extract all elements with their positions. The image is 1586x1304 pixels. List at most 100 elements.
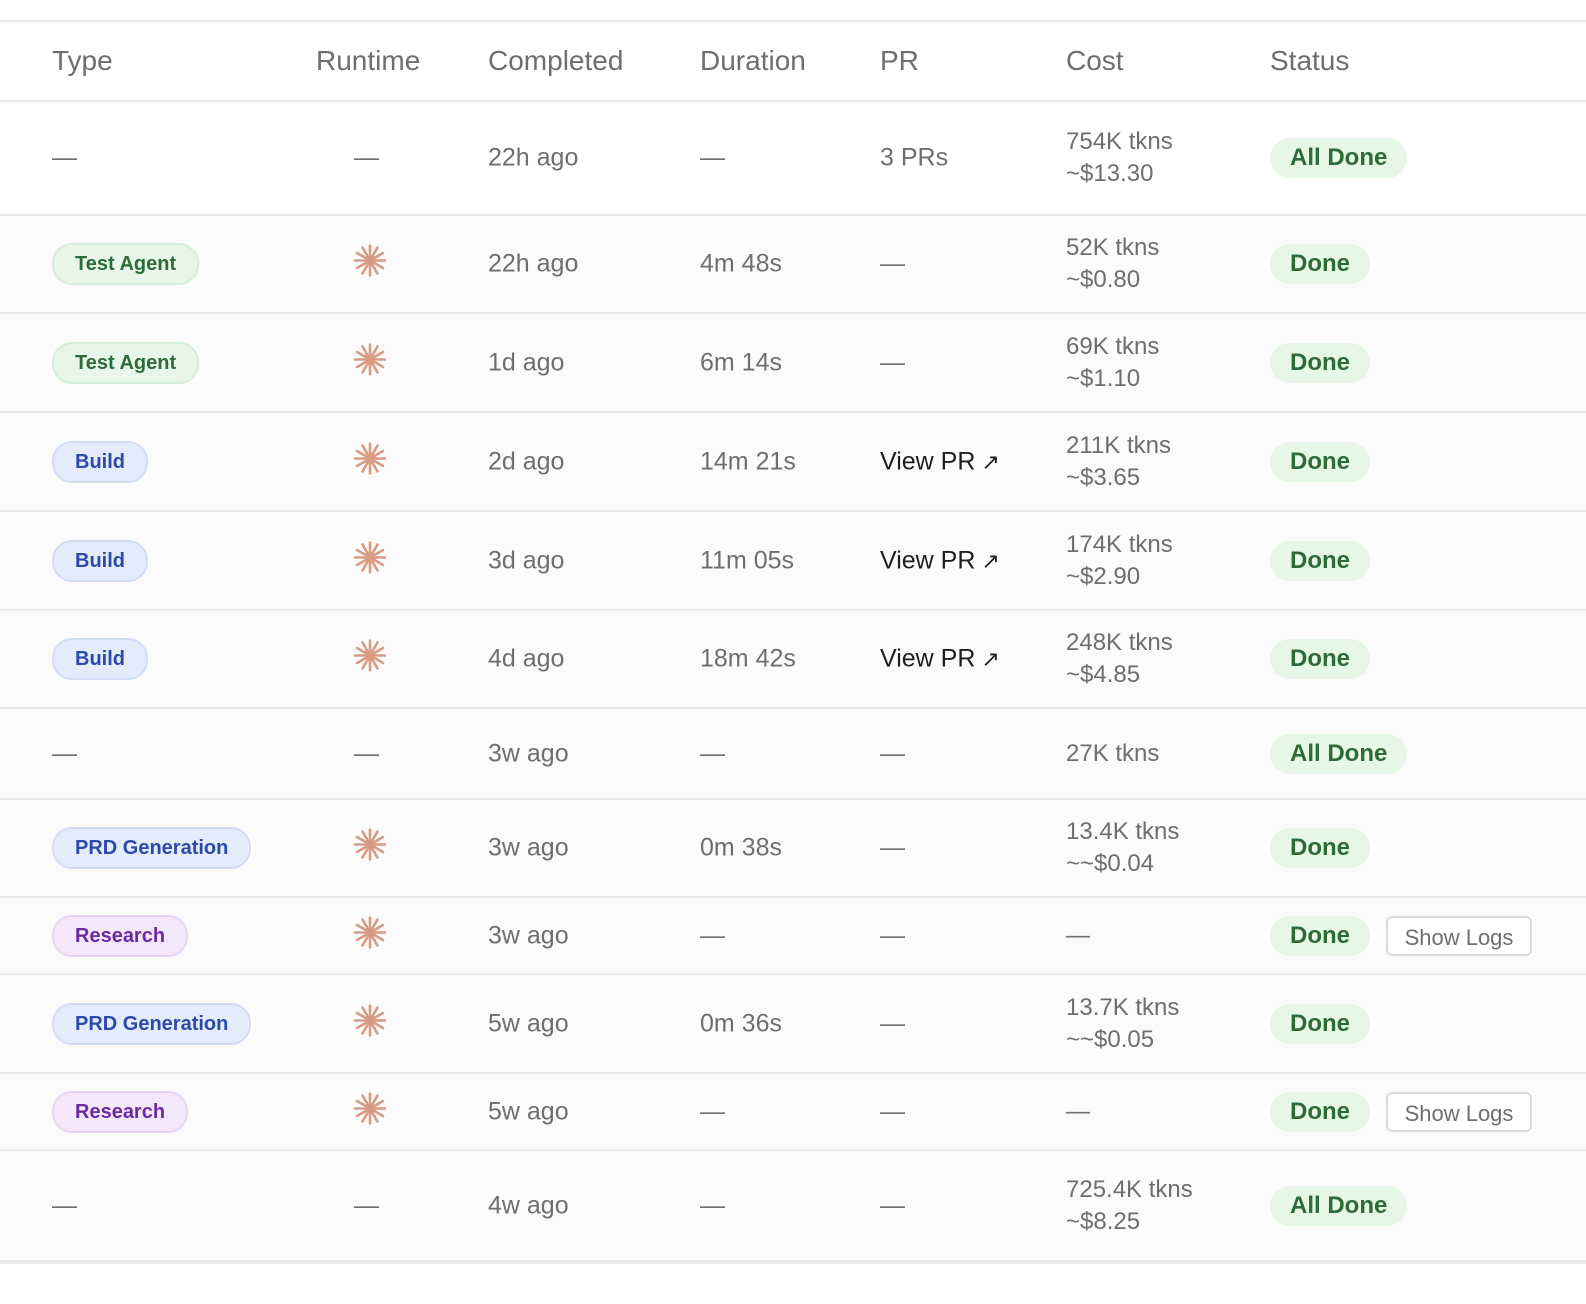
- type-cell: Test Agent: [52, 243, 200, 285]
- pr-cell: —: [880, 1097, 905, 1126]
- completed-cell: 3w ago: [488, 921, 569, 949]
- status-cell: All Done: [1270, 1185, 1408, 1226]
- pr-cell: —: [880, 1009, 905, 1038]
- status-cell: Done: [1270, 1003, 1370, 1044]
- starburst-icon: [353, 1091, 387, 1125]
- starburst-icon: [353, 639, 387, 672]
- show-logs-button[interactable]: Show Logs: [1386, 915, 1532, 956]
- status-cell: Done: [1270, 639, 1370, 679]
- pr-empty: —: [880, 348, 905, 376]
- pr-empty: —: [880, 1009, 905, 1037]
- pr-empty: —: [880, 1097, 905, 1125]
- header-runtime[interactable]: Runtime: [316, 22, 420, 100]
- header-cost[interactable]: Cost: [1066, 22, 1124, 100]
- cost-cell: 13.4K tkns ~~$0.04: [1066, 816, 1179, 880]
- cost-cell: 211K tkns ~$3.65: [1066, 430, 1171, 494]
- view-pr-label: View PR: [880, 644, 976, 673]
- table-row[interactable]: Research 5w ago — — — Done Show Logs: [0, 1074, 1586, 1151]
- status-badge: Done: [1270, 915, 1370, 956]
- cost-cell: 52K tkns ~$0.80: [1066, 232, 1159, 296]
- duration-cell: —: [700, 921, 725, 949]
- table-row[interactable]: Build 2d ago 14m 21s View PR ↗ 211K tkns ~…: [0, 413, 1586, 512]
- type-cell: —: [52, 1191, 77, 1220]
- show-logs-button[interactable]: Show Logs: [1386, 1091, 1532, 1132]
- header-completed[interactable]: Completed: [488, 22, 623, 100]
- duration-cell: —: [700, 143, 725, 172]
- arrow-up-right-icon: ↗: [981, 548, 1000, 573]
- header-pr[interactable]: PR: [880, 22, 919, 100]
- type-badge: PRD Generation: [52, 1002, 252, 1045]
- table-row[interactable]: Test Agent 1d ago 6m 14s — 69K tkns ~$1.1…: [0, 314, 1586, 413]
- table-row[interactable]: Build 4d ago 18m 42s View PR ↗ 248K tkns ~…: [0, 611, 1586, 709]
- cost-tokens: 725.4K tkns: [1066, 1175, 1193, 1203]
- type-badge: Test Agent: [52, 243, 200, 285]
- cost-usd: ~$1.10: [1066, 364, 1141, 392]
- table-row[interactable]: — — 4w ago — — 725.4K tkns ~$8.25 All Don…: [0, 1151, 1586, 1262]
- status-cell: Done: [1270, 244, 1370, 284]
- type-badge: Build: [52, 440, 148, 483]
- table-row[interactable]: Test Agent 22h ago 4m 48s — 52K tkns ~$0.…: [0, 216, 1586, 314]
- runtime-cell: [353, 244, 387, 284]
- starburst-icon: [353, 441, 387, 475]
- type-badge: PRD Generation: [52, 827, 252, 869]
- table-row[interactable]: — — 22h ago — 3 PRs 754K tkns ~$13.30 All…: [0, 102, 1586, 216]
- type-badge: Test Agent: [52, 341, 200, 384]
- table-row[interactable]: PRD Generation 3w ago 0m 38s — 13.4K tkn…: [0, 800, 1586, 898]
- runtime-cell: [353, 915, 387, 955]
- view-pr-link[interactable]: View PR ↗: [880, 546, 1000, 574]
- pr-cell: 3 PRs: [880, 144, 948, 173]
- completed-cell: 3w ago: [488, 739, 569, 767]
- duration-cell: 11m 05s: [700, 546, 795, 574]
- runtime-cell: —: [354, 1191, 379, 1220]
- status-cell: Done: [1270, 1091, 1370, 1132]
- cost-usd: ~$0.80: [1066, 266, 1141, 293]
- duration-cell: 0m 36s: [700, 1009, 782, 1037]
- view-pr-link[interactable]: View PR ↗: [880, 447, 1000, 475]
- cost-usd: ~~$0.04: [1066, 850, 1155, 877]
- header-duration[interactable]: Duration: [700, 22, 806, 100]
- completed-cell: 4w ago: [488, 1191, 569, 1219]
- cost-cell: 725.4K tkns ~$8.25: [1066, 1174, 1193, 1238]
- status-badge: All Done: [1270, 1185, 1408, 1226]
- table-row[interactable]: — — 3w ago — — 27K tkns All Done: [0, 709, 1586, 800]
- table-row[interactable]: PRD Generation 5w ago 0m 36s — 13.7K tkn…: [0, 975, 1586, 1074]
- cost-tokens: 13.4K tkns: [1066, 818, 1180, 845]
- status-cell: All Done: [1270, 733, 1408, 774]
- starburst-icon: [353, 828, 387, 861]
- pr-count[interactable]: 3 PRs: [880, 144, 948, 172]
- table-row[interactable]: Research 3w ago — — — Done Show Logs: [0, 898, 1586, 975]
- status-badge: All Done: [1270, 733, 1408, 774]
- cost-cell: 174K tkns ~$2.90: [1066, 529, 1173, 593]
- arrow-up-right-icon: ↗: [981, 646, 1000, 672]
- starburst-icon: [353, 342, 387, 376]
- cost-tokens: 754K tkns: [1066, 128, 1173, 155]
- pr-empty: —: [880, 249, 905, 278]
- runtime-cell: —: [354, 739, 379, 768]
- status-badge: Done: [1270, 342, 1370, 383]
- cost-tokens: 174K tkns: [1066, 530, 1173, 558]
- status-cell: All Done: [1270, 138, 1408, 178]
- cost-cell: 13.7K tkns ~~$0.05: [1066, 992, 1179, 1056]
- completed-cell: 4d ago: [488, 644, 565, 673]
- completed-cell: 5w ago: [488, 1009, 569, 1037]
- type-cell: Build: [52, 440, 148, 483]
- header-type[interactable]: Type: [52, 22, 113, 100]
- view-pr-label: View PR: [880, 546, 976, 574]
- cost-tokens: 248K tkns: [1066, 629, 1173, 656]
- type-cell: Build: [52, 638, 148, 680]
- view-pr-link[interactable]: View PR ↗: [880, 645, 1000, 673]
- table-row[interactable]: Build 3d ago 11m 05s View PR ↗ 174K tkns ~…: [0, 512, 1586, 611]
- duration-cell: 14m 21s: [700, 447, 796, 475]
- runtime-cell: [353, 540, 387, 580]
- status-cell: Done: [1270, 828, 1370, 868]
- cost-usd: ~$13.30: [1066, 160, 1154, 187]
- bottom-divider: [0, 1262, 1586, 1264]
- type-badge: Research: [52, 1090, 189, 1133]
- status-cell: Done: [1270, 342, 1370, 383]
- header-status[interactable]: Status: [1270, 22, 1349, 100]
- pr-cell: —: [880, 834, 905, 863]
- view-pr-label: View PR: [880, 447, 976, 475]
- cost-tokens: 52K tkns: [1066, 234, 1160, 261]
- completed-cell: 2d ago: [488, 447, 565, 475]
- status-badge: Done: [1270, 1003, 1370, 1044]
